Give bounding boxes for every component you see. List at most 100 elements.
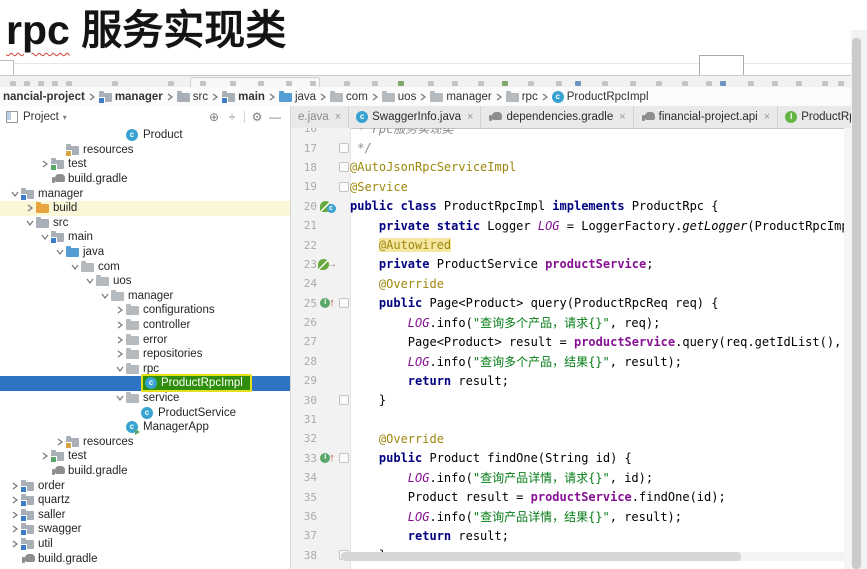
tree-item-src[interactable]: src (0, 216, 290, 231)
code-line-17[interactable]: 17 */ (291, 138, 851, 157)
close-icon[interactable]: × (467, 111, 473, 123)
tree-item-Product[interactable]: c Product (0, 128, 290, 143)
chevron-collapsed-icon[interactable] (113, 318, 126, 332)
fold-marker-icon[interactable] (339, 143, 349, 154)
breadcrumb-item-com[interactable]: com (330, 90, 368, 103)
chevron-collapsed-icon[interactable] (113, 303, 126, 317)
chevron-collapsed-icon[interactable] (113, 333, 126, 347)
toolbar-icon[interactable] (682, 81, 688, 86)
breadcrumb-item-java[interactable]: java (278, 90, 316, 103)
chevron-collapsed-icon[interactable] (23, 201, 36, 215)
chevron-expanded-icon[interactable] (113, 391, 126, 405)
breadcrumb-item-uos[interactable]: uos (381, 90, 416, 103)
chevron-collapsed-icon[interactable] (113, 347, 126, 361)
close-icon[interactable]: × (619, 111, 625, 123)
toolbar-icon[interactable] (528, 81, 534, 86)
tree-item-java[interactable]: java (0, 245, 290, 260)
fold-marker-icon[interactable] (339, 162, 349, 173)
horizontal-scrollbar-thumb[interactable] (341, 552, 741, 561)
tree-item-build.gradle[interactable]: build.gradle (0, 172, 290, 187)
vertical-scrollbar[interactable] (844, 128, 851, 569)
toolbar-icon[interactable] (602, 81, 608, 86)
editor-tab-financial-project.api[interactable]: financial-project.api × (633, 106, 779, 128)
tree-item-build[interactable]: build (0, 200, 290, 216)
toolbar-icon[interactable] (656, 81, 662, 86)
toolbar-icon[interactable] (372, 81, 378, 86)
code-line-21[interactable]: 21 private static Logger LOG = LoggerFac… (291, 216, 851, 235)
tree-item-manager[interactable]: manager (0, 289, 290, 304)
toolbar-icon[interactable] (720, 81, 726, 86)
code-line-28[interactable]: 28 LOG.info("查询多个产品，结果{}", result); (291, 352, 851, 371)
toolbar-icon[interactable] (38, 81, 44, 86)
tree-item-order[interactable]: order (0, 478, 290, 493)
tree-item-test[interactable]: test (0, 449, 290, 464)
chevron-expanded-icon[interactable] (98, 289, 111, 303)
chevron-expanded-icon[interactable] (68, 260, 81, 274)
toolbar-icon[interactable] (822, 81, 828, 86)
tree-item-configurations[interactable]: configurations (0, 303, 290, 318)
toolbar-icon[interactable] (556, 81, 562, 86)
tree-item-service[interactable]: service (0, 391, 290, 406)
toolbar-icon[interactable] (398, 81, 404, 86)
fold-marker-icon[interactable] (339, 395, 349, 406)
breadcrumb-item-main[interactable]: main (221, 90, 265, 104)
locate-button[interactable]: ⊕ (205, 109, 223, 125)
code-line-24[interactable]: 24 @Override (291, 274, 851, 293)
chevron-expanded-icon[interactable] (83, 274, 96, 288)
fold-marker-icon[interactable] (339, 298, 349, 309)
toolbar-icon[interactable] (428, 81, 434, 86)
tree-item-main[interactable]: main (0, 230, 290, 245)
code-line-33[interactable]: 33 I ↑ public Product findOne(String id) { (291, 449, 851, 468)
editor-tab-SwaggerInfo.java[interactable]: c SwaggerInfo.java × (349, 106, 482, 128)
code-line-35[interactable]: 35 Product result = productService.findO… (291, 487, 851, 506)
code-line-27[interactable]: 27 Page<Product> result = productService… (291, 332, 851, 351)
code-editor[interactable]: 16 * rpc服务实现类 17 */18 @AutoJsonRpcServiceI… (291, 128, 851, 569)
collapse-all-button[interactable]: ÷ (223, 109, 241, 125)
code-line-37[interactable]: 37 return result; (291, 526, 851, 545)
tree-item-swagger[interactable]: swagger (0, 522, 290, 537)
breadcrumb-item-nancial-project[interactable]: nancial-project (3, 91, 85, 103)
close-icon[interactable]: × (764, 111, 770, 123)
tree-item-ManagerApp[interactable]: c ManagerApp (0, 420, 290, 436)
close-icon[interactable]: × (335, 111, 341, 123)
editor-tab-e.java[interactable]: e.java × (291, 106, 350, 128)
code-line-29[interactable]: 29 return result; (291, 371, 851, 390)
tree-item-quartz[interactable]: quartz (0, 493, 290, 508)
toolbar-icon[interactable] (24, 81, 30, 86)
toolbar-icon[interactable] (10, 81, 16, 86)
tree-item-controller[interactable]: controller (0, 318, 290, 333)
code-line-26[interactable]: 26 LOG.info("查询多个产品，请求{}", req); (291, 313, 851, 332)
code-line-19[interactable]: 19 @Service (291, 177, 851, 196)
tree-item-repositories[interactable]: repositories (0, 347, 290, 362)
toolbar-icon[interactable] (772, 81, 778, 86)
code-line-20[interactable]: 20 c public class ProductRpcImpl implement… (291, 197, 851, 216)
toolbar-icon[interactable] (502, 81, 508, 86)
breadcrumb-item-rpc[interactable]: rpc (505, 90, 538, 103)
code-line-16[interactable]: 16 * rpc服务实现类 (291, 128, 851, 138)
code-line-18[interactable]: 18 @AutoJsonRpcServiceImpl (291, 158, 851, 177)
toolbar-icon[interactable] (66, 81, 72, 86)
code-line-23[interactable]: 23 → private ProductService productServic… (291, 255, 851, 274)
tree-item-com[interactable]: com (0, 259, 290, 274)
toolbar-icon[interactable] (452, 81, 458, 86)
breadcrumb-item-manager[interactable]: manager (97, 90, 163, 104)
toolbar-icon[interactable] (748, 81, 754, 86)
toolbar-icon[interactable] (575, 81, 581, 86)
code-line-25[interactable]: 25 I ↑ public Page<Product> query(ProductR… (291, 294, 851, 313)
chevron-down-icon[interactable]: ▾ (63, 113, 67, 122)
toolbar-icon[interactable] (310, 81, 316, 86)
editor-tab-ProductRpc.java[interactable]: IProductRpc.java× (778, 106, 851, 128)
chevron-expanded-icon[interactable] (113, 362, 126, 376)
tree-item-ProductRpcImpl[interactable]: c ProductRpcImpl (0, 374, 290, 393)
toolbar-icon[interactable] (200, 81, 206, 86)
code-line-34[interactable]: 34 LOG.info("查询产品详情，请求{}", id); (291, 468, 851, 487)
editor-tab-dependencies.gradle[interactable]: dependencies.gradle × (481, 106, 634, 128)
tree-item-uos[interactable]: uos (0, 274, 290, 289)
document-scrollbar-thumb[interactable] (852, 38, 861, 569)
toolbar-icon[interactable] (344, 81, 350, 86)
toolbar-icon[interactable] (168, 81, 174, 86)
toolbar-icon[interactable] (838, 81, 844, 86)
chevron-expanded-icon[interactable] (53, 245, 66, 259)
tree-item-saller[interactable]: saller (0, 507, 290, 522)
code-line-32[interactable]: 32 @Override (291, 429, 851, 448)
